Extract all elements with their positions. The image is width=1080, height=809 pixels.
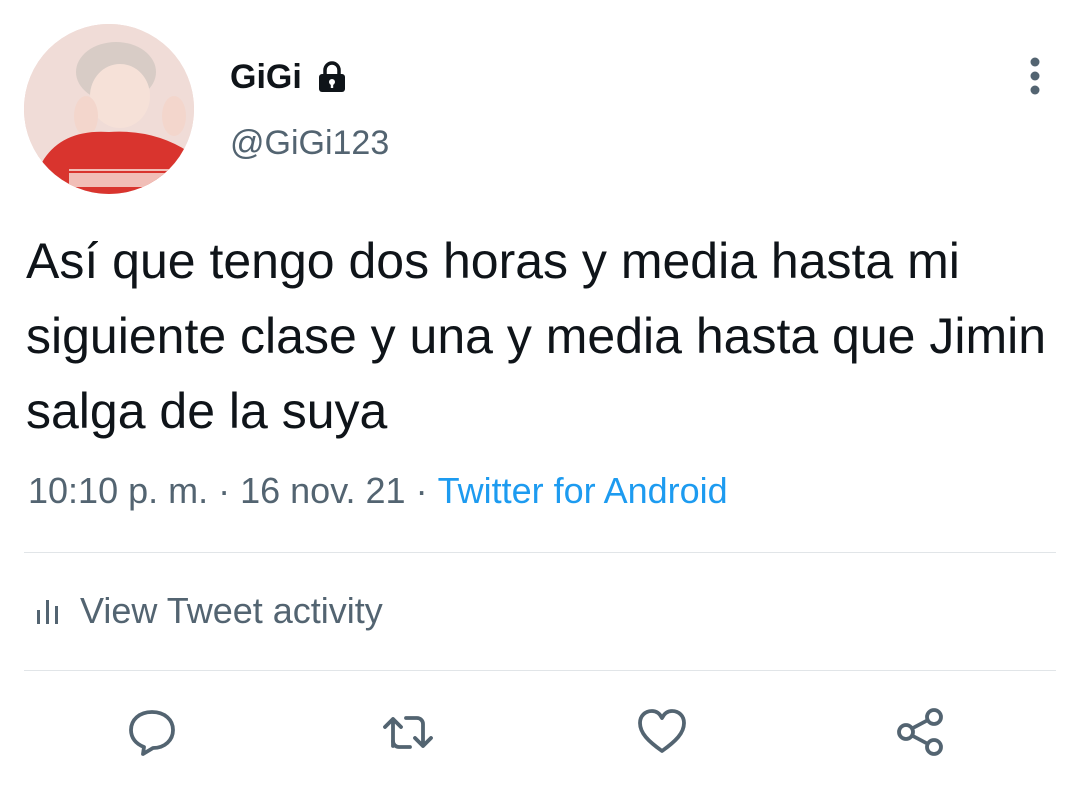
lock-icon [316,60,348,94]
vertical-ellipsis-icon[interactable] [1018,56,1052,96]
divider [24,552,1056,553]
heart-icon [638,709,686,753]
divider [24,670,1056,671]
tweet-source-link[interactable]: Twitter for Android [438,470,728,511]
tweet-time[interactable]: 10:10 p. m. [28,470,208,511]
retweet-button[interactable] [382,706,434,758]
tweet-text: Así que tengo dos horas y media hasta mi… [26,233,1047,439]
meta-separator: · [218,470,231,511]
tweet-meta: 10:10 p. m. · 16 nov. 21 · Twitter for Andro… [28,470,728,512]
tweet-detail: GiGi @GiGi123 Así que tengo dos horas y … [0,0,1080,809]
meta-separator: · [415,470,428,511]
comment-bubble-icon [129,710,175,756]
display-name[interactable]: GiGi [230,58,302,97]
view-tweet-activity-label: View Tweet activity [80,590,383,631]
reply-button[interactable] [126,706,178,758]
author-row: GiGi [230,52,348,102]
avatar[interactable] [24,24,194,194]
like-button[interactable] [636,706,688,758]
view-tweet-activity-button[interactable]: View Tweet activity [34,585,383,637]
share-button[interactable] [894,706,946,758]
avatar-image [24,24,194,194]
tweet-date[interactable]: 16 nov. 21 [240,470,405,511]
bar-chart-icon [34,596,64,626]
share-icon [897,708,943,756]
retweet-icon [383,716,433,749]
user-handle[interactable]: @GiGi123 [230,124,389,163]
